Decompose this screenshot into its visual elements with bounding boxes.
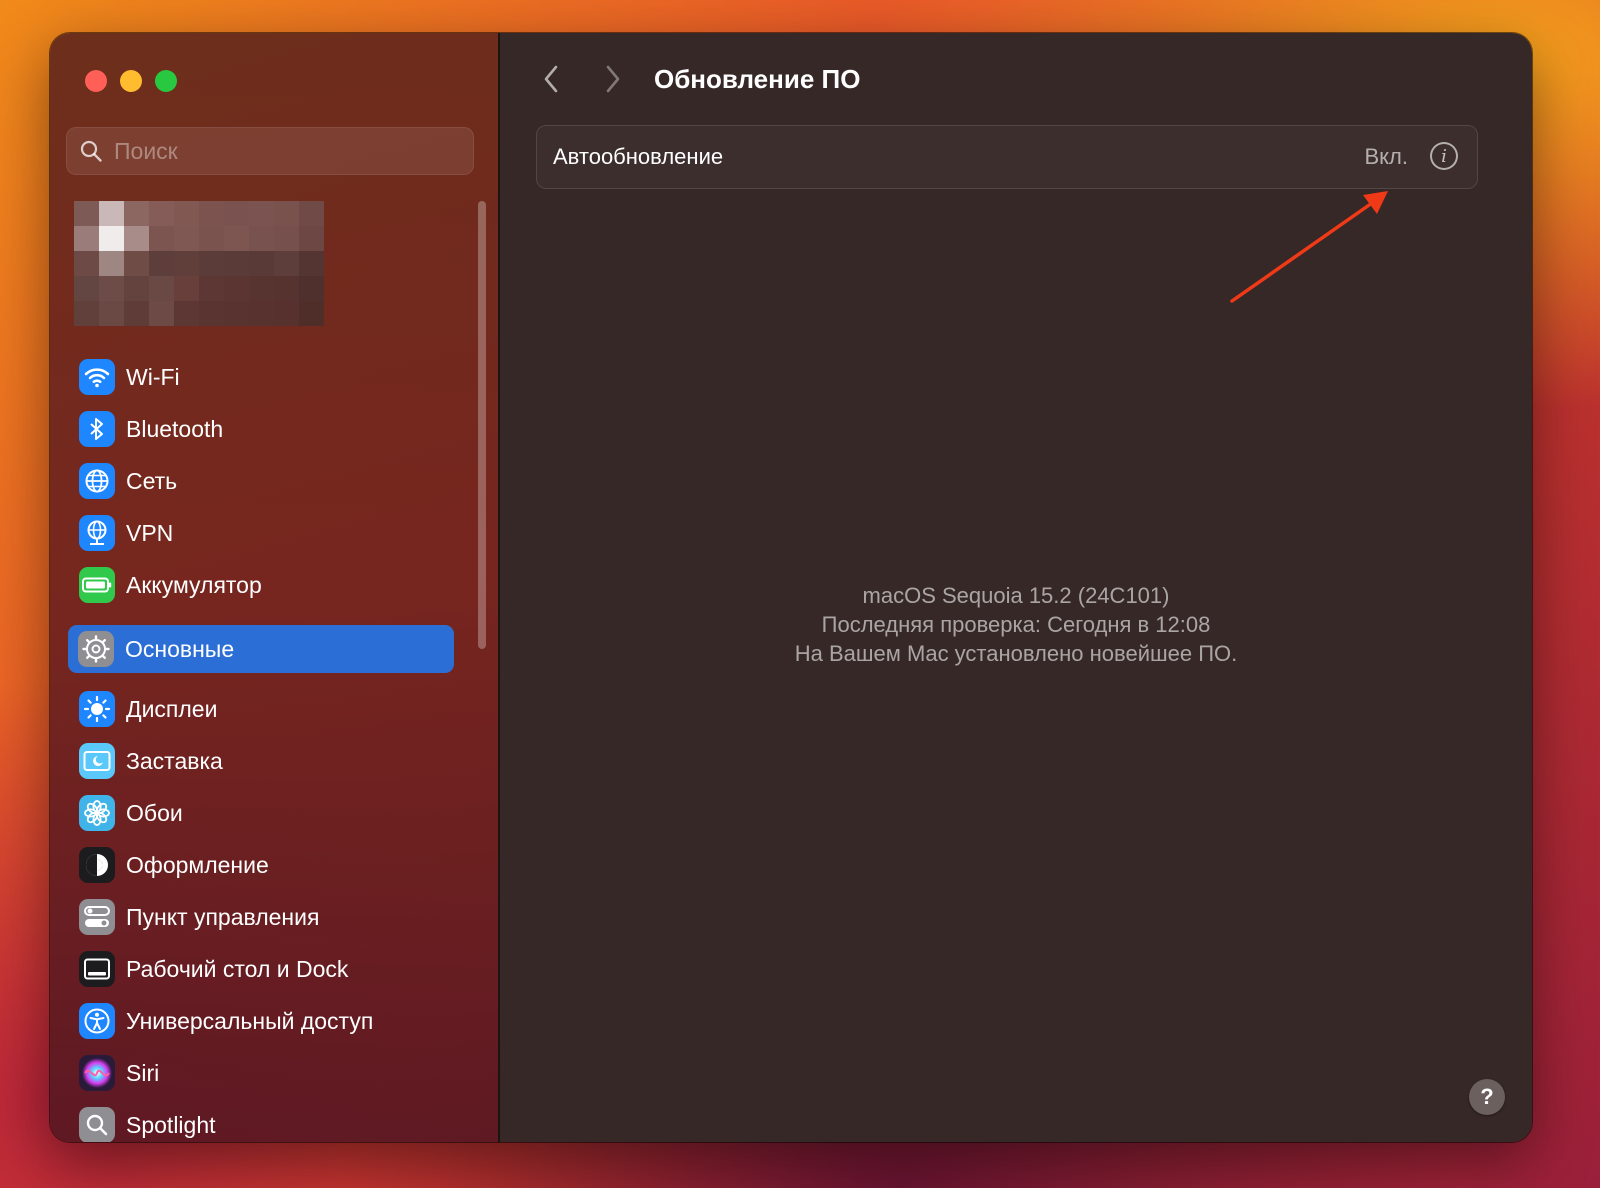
sidebar-item-battery[interactable]: Аккумулятор [68,561,454,609]
update-status: macOS Sequoia 15.2 (24C101) Последняя пр… [500,581,1532,668]
globe-icon [79,463,115,499]
chevron-right-icon [606,65,620,93]
sidebar-item-label: Рабочий стол и Dock [126,955,349,982]
sidebar-item-dock[interactable]: Рабочий стол и Dock [68,945,454,993]
sidebar-item-label: Сеть [126,467,178,494]
sidebar-item-wifi[interactable]: Wi-Fi [68,353,454,401]
sidebar-item-label: Дисплеи [126,695,218,722]
sidebar-item-label: Оформление [126,851,269,878]
sidebar-item-vpn-globe[interactable]: VPN [68,509,454,557]
battery-icon [79,567,115,603]
sidebar-item-accessibility[interactable]: Универсальный доступ [68,997,454,1045]
chevron-left-icon [544,65,558,93]
zoom-button[interactable] [155,70,177,92]
sidebar-item-label: VPN [126,519,174,546]
appearance-icon [79,847,115,883]
close-button[interactable] [85,70,107,92]
main-pane: Обновление ПО Автообновление Вкл. i macO… [500,33,1532,1142]
auto-update-label: Автообновление [553,144,724,169]
up-to-date-message: На Вашем Mac установлено новейшее ПО. [794,641,1238,666]
sidebar-item-label: Основные [125,635,235,662]
sidebar-item-label: Wi-Fi [126,363,180,390]
sidebar-item-label: Spotlight [126,1111,216,1138]
sidebar-item-label: Обои [126,799,183,826]
wifi-icon [79,359,115,395]
spotlight-icon [79,1107,115,1142]
vpn-globe-icon [79,515,115,551]
flower-icon [79,795,115,831]
siri-icon [79,1055,115,1091]
sidebar-item-label: Аккумулятор [126,571,262,598]
sidebar-item-bluetooth[interactable]: Bluetooth [68,405,454,453]
forward-button[interactable] [598,61,628,97]
dock-icon [79,951,115,987]
info-icon[interactable]: i [1430,142,1458,170]
search-input[interactable] [112,136,436,166]
sidebar-item-screensaver[interactable]: Заставка [68,737,454,785]
search-icon [80,140,102,162]
annotation-arrow [1230,191,1388,303]
sidebar-item-control-center[interactable]: Пункт управления [68,893,454,941]
gear-icon [78,631,114,667]
apple-account-profile[interactable] [72,193,452,343]
search-field[interactable] [66,127,474,175]
bluetooth-icon [79,411,115,447]
sidebar-item-flower[interactable]: Обои [68,789,454,837]
sidebar-item-label: Заставка [126,747,223,774]
os-version: macOS Sequoia 15.2 (24C101) [862,583,1170,608]
sidebar: Wi-Fi Bluetooth Сеть VPN Аккумулятор Основные… [50,33,498,1142]
sun-icon [79,691,115,727]
sidebar-item-appearance[interactable]: Оформление [68,841,454,889]
sidebar-item-siri[interactable]: Siri [68,1049,454,1097]
page-title: Обновление ПО [654,64,861,94]
last-check: Последняя проверка: Сегодня в 12:08 [821,612,1211,637]
screensaver-icon [79,743,115,779]
back-button[interactable] [536,61,566,97]
accessibility-icon [79,1003,115,1039]
control-center-icon [79,899,115,935]
sidebar-item-label: Универсальный доступ [126,1007,374,1034]
sidebar-item-label: Bluetooth [126,415,224,442]
settings-window: Wi-Fi Bluetooth Сеть VPN Аккумулятор Основные… [50,33,1532,1142]
sidebar-item-gear[interactable]: Основные [68,625,454,673]
sidebar-item-sun[interactable]: Дисплеи [68,685,454,733]
sidebar-item-label: Пункт управления [126,903,320,930]
minimize-button[interactable] [120,70,142,92]
help-button[interactable]: ? [1469,1079,1505,1115]
sidebar-item-globe[interactable]: Сеть [68,457,454,505]
sidebar-scrollbar[interactable] [478,201,486,649]
sidebar-item-spotlight[interactable]: Spotlight [68,1101,454,1142]
sidebar-item-label: Siri [126,1059,160,1086]
